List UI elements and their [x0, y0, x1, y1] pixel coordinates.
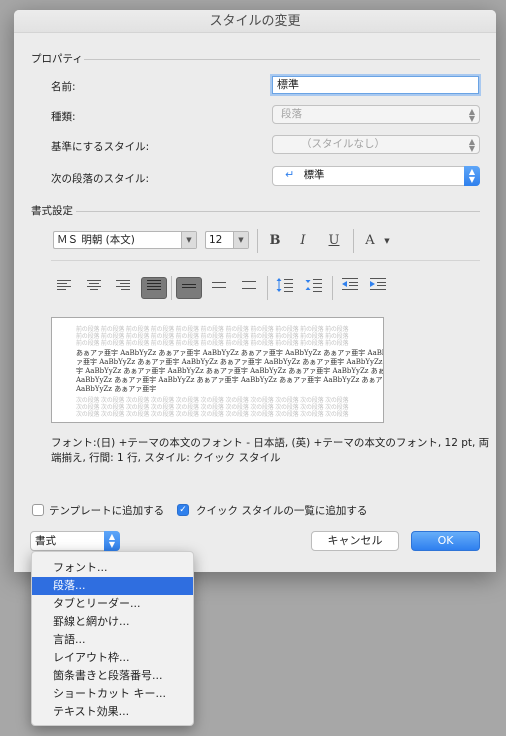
base-style-label: 基準にするスタイル: [51, 141, 150, 153]
align-center-icon[interactable] [81, 277, 107, 299]
popup-arrows-icon: ▲ ▼ [468, 137, 475, 153]
toolbar-separator [353, 229, 354, 253]
font-name-combobox[interactable]: ＭＳ 明朝 (本文) ▼ [53, 231, 197, 249]
italic-button[interactable]: I [290, 230, 316, 252]
modify-style-dialog: スタイルの変更 プロパティ 名前: 標準 種類: 段落 ▲ ▼ 基準にするスタイル… [14, 10, 496, 572]
paragraph-return-icon: ↵ [285, 168, 295, 181]
chevron-down-icon[interactable]: ▼ [233, 232, 248, 248]
cancel-button[interactable]: キャンセル [311, 531, 399, 551]
align-right-icon[interactable] [110, 277, 136, 299]
format-divider [76, 211, 480, 212]
add-to-quick-styles-label[interactable]: クイック スタイルの一覧に追加する [196, 503, 367, 518]
preview-sample-text: AaBbYyZz あぁアァ亜宇 [76, 385, 157, 393]
font-color-dropdown-icon[interactable]: ▼ [380, 230, 394, 252]
format-dropdown-button[interactable]: 書式 ▲ ▼ [30, 531, 120, 551]
menu-item-tabs-leaders[interactable]: タブとリーダー... [32, 595, 193, 613]
menu-item-borders-shading[interactable]: 罫線と網かけ... [32, 613, 193, 631]
style-description: フォント:(日) +テーマの本文のフォント - 日本語, (英) +テーマの本文… [51, 437, 490, 464]
font-size-combobox[interactable]: 12 ▼ [205, 231, 249, 249]
add-to-template-label[interactable]: テンプレートに追加する [49, 503, 164, 518]
align-left-icon[interactable] [51, 277, 77, 299]
properties-divider [84, 59, 480, 60]
menu-item-shortcut-key[interactable]: ショートカット キー... [32, 685, 193, 703]
kind-popup: 段落 ▲ ▼ [272, 105, 480, 124]
properties-section-label: プロパティ [31, 53, 83, 65]
double-spacing-icon[interactable] [236, 277, 262, 299]
next-style-value: 標準 [303, 169, 325, 181]
style-preview: 前の段落 前の段落 前の段落 前の段落 前の段落 前の段落 前の段落 前の段落 … [51, 317, 384, 423]
decrease-indent-icon[interactable] [337, 277, 363, 299]
toolbar-separator [332, 276, 333, 300]
format-menu: フォント... 段落... タブとリーダー... 罫線と網かけ... 言語...… [31, 551, 194, 726]
menu-item-bullets-numbering[interactable]: 箇条書きと段落番号... [32, 667, 193, 685]
justify-icon[interactable] [141, 277, 167, 299]
add-to-template-checkbox[interactable] [32, 504, 44, 516]
toolbar-separator [257, 229, 258, 253]
popup-arrows-icon: ▲ ▼ [104, 531, 120, 551]
menu-item-text-effects[interactable]: テキスト効果... [32, 703, 193, 721]
base-style-popup: （スタイルなし） ▲ ▼ [272, 135, 480, 154]
popup-arrows-icon: ▲ ▼ [464, 166, 480, 186]
one-half-spacing-icon[interactable] [206, 277, 232, 299]
menu-item-font[interactable]: フォント... [32, 559, 193, 577]
single-spacing-icon[interactable] [176, 277, 202, 299]
base-style-value: （スタイルなし） [301, 138, 385, 150]
increase-indent-icon[interactable] [365, 277, 391, 299]
kind-value: 段落 [281, 108, 302, 120]
underline-button[interactable]: U [321, 230, 347, 252]
chevron-down-icon[interactable]: ▼ [181, 232, 196, 248]
menu-item-paragraph[interactable]: 段落... [32, 577, 193, 595]
menu-item-frame[interactable]: レイアウト枠... [32, 649, 193, 667]
bold-button[interactable]: B [262, 230, 288, 252]
toolbar-separator [171, 276, 172, 300]
space-before-increase-icon[interactable] [272, 277, 298, 299]
menu-item-language[interactable]: 言語... [32, 631, 193, 649]
kind-label: 種類: [51, 111, 76, 123]
format-dropdown-label: 書式 [35, 535, 56, 547]
ok-button[interactable]: OK [411, 531, 480, 551]
toolbar-row-divider [51, 260, 480, 261]
add-to-quick-styles-checkbox[interactable]: ✓ [177, 504, 189, 516]
toolbar-separator [267, 276, 268, 300]
font-size-value: 12 [209, 234, 223, 246]
format-section-label: 書式設定 [31, 205, 73, 217]
preview-previous-paragraph: 前の段落 前の段落 前の段落 前の段落 前の段落 前の段落 前の段落 前の段落 … [76, 340, 349, 347]
dialog-title: スタイルの変更 [14, 10, 496, 33]
preview-next-paragraph: 次の段落 次の段落 次の段落 次の段落 次の段落 次の段落 次の段落 次の段落 … [76, 411, 349, 418]
popup-arrows-icon: ▲ ▼ [468, 107, 475, 123]
space-before-decrease-icon[interactable] [301, 277, 327, 299]
name-label: 名前: [51, 81, 76, 93]
next-style-popup[interactable]: ↵ 標準 ▲ ▼ [272, 166, 480, 186]
next-style-label: 次の段落のスタイル: [51, 173, 150, 185]
name-field[interactable]: 標準 [272, 76, 479, 94]
font-name-value: ＭＳ 明朝 (本文) [57, 234, 135, 246]
